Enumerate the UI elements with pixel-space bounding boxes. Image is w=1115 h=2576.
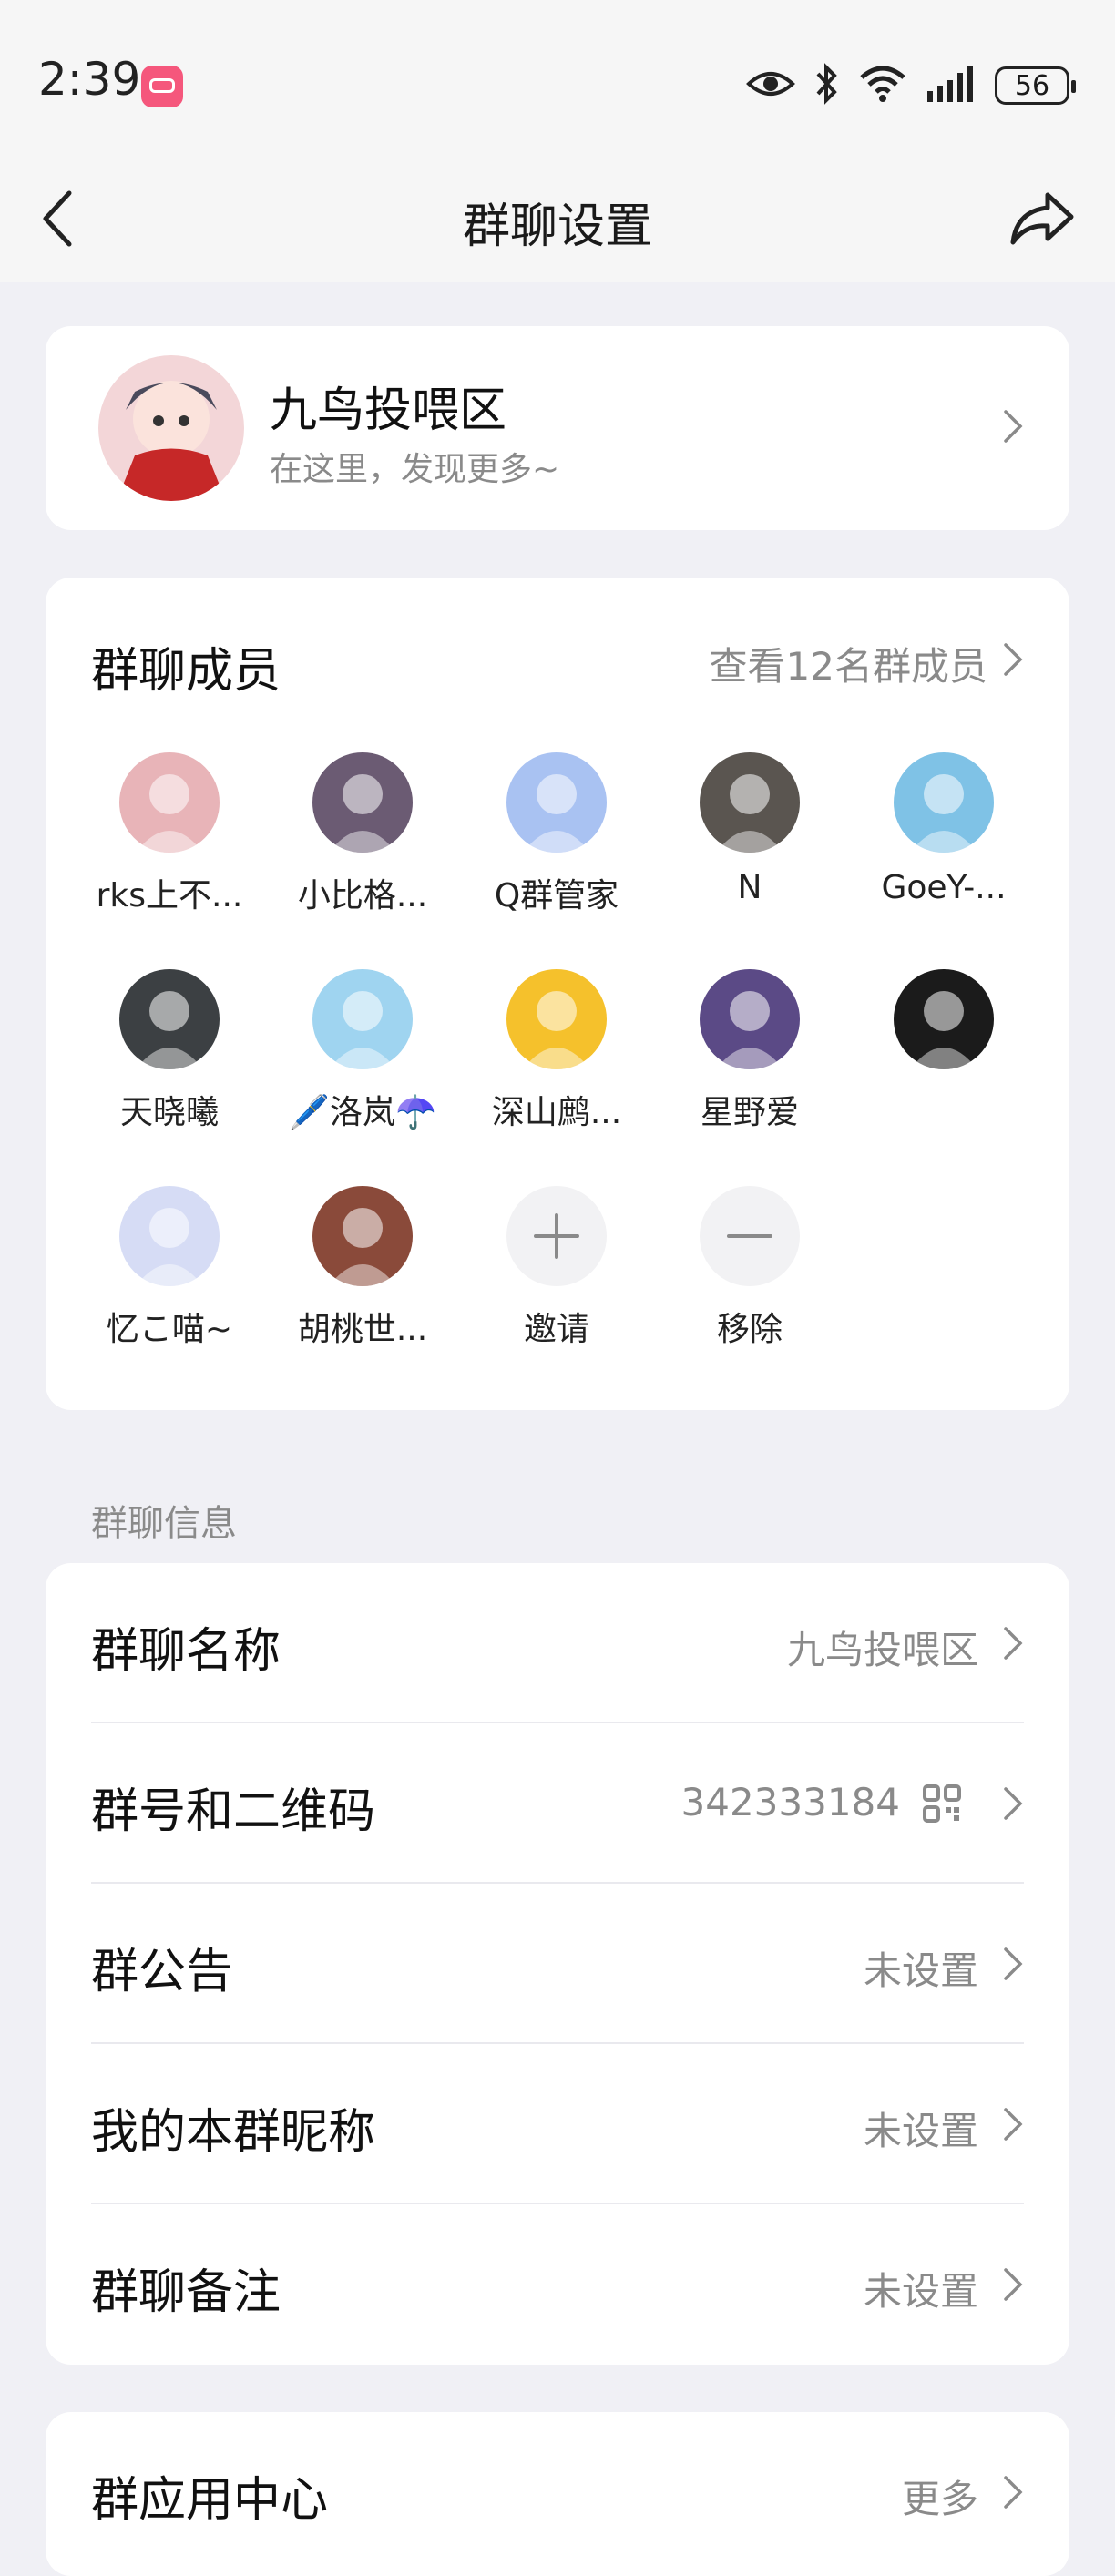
member-name: rks上不... <box>96 877 243 915</box>
member-name: 邀请 <box>523 1311 589 1348</box>
invite-member-button[interactable]: 邀请 <box>460 1186 653 1350</box>
row-value: 未设置 <box>863 2109 978 2153</box>
chevron-right-icon <box>1002 2106 1024 2142</box>
member-item[interactable]: 🖊️洛岚☂️ <box>266 969 459 1133</box>
chevron-right-icon <box>1002 1946 1024 1982</box>
group-profile-card[interactable]: 九鸟投喂区 在这里，发现更多~ <box>46 326 1069 530</box>
row-group-number-qrcode[interactable]: 群号和二维码 342333184 <box>46 1723 1069 1884</box>
member-name: N <box>737 869 762 906</box>
bluetooth-icon <box>814 63 840 108</box>
group-info-card: 群聊名称 九鸟投喂区 群号和二维码 342333184 群公告 未设置 我的本群… <box>46 1563 1069 2365</box>
row-value: 未设置 <box>863 2269 978 2314</box>
member-item[interactable]: 小比格... <box>266 752 459 916</box>
row-value: 342333184 <box>680 1780 901 1825</box>
chevron-right-icon <box>1002 408 1024 445</box>
signal-icon <box>926 66 977 106</box>
chevron-right-icon <box>1002 2266 1024 2303</box>
chevron-right-icon <box>1002 2474 1024 2510</box>
member-item[interactable]: Q群管家 <box>460 752 653 916</box>
eye-icon <box>745 66 796 106</box>
qr-code-icon <box>922 1784 962 1824</box>
row-value: 更多 <box>901 2477 978 2521</box>
view-all-members-link[interactable]: 查看12名群成员 <box>710 636 987 691</box>
row-my-nickname[interactable]: 我的本群昵称 未设置 <box>46 2044 1069 2204</box>
member-name: 忆こ喵~ <box>106 1311 233 1348</box>
row-group-announcement[interactable]: 群公告 未设置 <box>46 1884 1069 2044</box>
share-icon <box>1010 192 1074 245</box>
member-item[interactable]: 胡桃世... <box>266 1186 459 1350</box>
member-avatar <box>312 969 413 1069</box>
member-name: 深山鹧... <box>491 1094 622 1131</box>
wifi-icon <box>858 65 907 107</box>
member-avatar <box>700 752 800 853</box>
row-value: 未设置 <box>863 1948 978 1993</box>
member-name: 胡桃世... <box>297 1311 428 1348</box>
share-button[interactable] <box>1006 182 1079 255</box>
group-name: 九鸟投喂区 <box>270 383 507 438</box>
row-group-remark[interactable]: 群聊备注 未设置 <box>46 2204 1069 2365</box>
member-item[interactable]: 忆こ喵~ <box>73 1186 266 1350</box>
member-avatar <box>506 752 607 853</box>
group-apps-card[interactable]: 群应用中心 更多 <box>46 2412 1069 2576</box>
nav-bar: 群聊设置 <box>0 155 1115 282</box>
member-name: 移除 <box>716 1311 783 1348</box>
member-item[interactable]: N <box>653 752 846 906</box>
group-subtitle: 在这里，发现更多~ <box>270 451 560 488</box>
member-name: GoeY-... <box>881 869 1007 906</box>
member-item[interactable]: 星野爱 <box>653 969 846 1133</box>
member-item[interactable]: 深山鹧... <box>460 969 653 1133</box>
row-value: 九鸟投喂区 <box>786 1628 978 1672</box>
member-avatar <box>506 969 607 1069</box>
section-label-group-info: 群聊信息 <box>91 1503 237 1545</box>
remove-member-button[interactable]: 移除 <box>653 1186 846 1350</box>
group-avatar <box>98 355 244 501</box>
row-label: 群号和二维码 <box>91 1784 376 1839</box>
member-avatar <box>700 969 800 1069</box>
member-avatar <box>119 969 220 1069</box>
row-label: 我的本群昵称 <box>91 2105 376 2160</box>
row-label: 群公告 <box>91 1945 234 1999</box>
chevron-right-icon <box>1002 1625 1024 1661</box>
member-name: 🖊️洛岚☂️ <box>289 1094 436 1131</box>
member-avatar <box>119 752 220 853</box>
app-notification-icon <box>141 66 183 107</box>
minus-icon <box>700 1186 800 1286</box>
member-name: Q群管家 <box>494 877 619 915</box>
member-item[interactable]: rks上不... <box>73 752 266 916</box>
member-item[interactable] <box>847 969 1040 1086</box>
status-bar: 2:39 56 <box>0 0 1115 155</box>
chevron-right-icon <box>1002 641 1024 678</box>
row-label: 群聊备注 <box>91 2265 281 2320</box>
page-title: 群聊设置 <box>462 199 652 254</box>
member-avatar <box>312 752 413 853</box>
row-label: 群应用中心 <box>91 2473 329 2528</box>
member-item[interactable]: GoeY-... <box>847 752 1040 906</box>
chevron-right-icon <box>1002 1785 1024 1822</box>
battery-icon: 56 <box>995 66 1076 105</box>
member-avatar <box>119 1186 220 1286</box>
row-label: 群聊名称 <box>91 1624 281 1679</box>
member-avatar <box>894 969 994 1069</box>
status-icons: 56 <box>745 62 1076 109</box>
member-name: 小比格... <box>297 877 428 915</box>
members-title: 群聊成员 <box>91 644 281 699</box>
member-item[interactable]: 天晓曦 <box>73 969 266 1133</box>
status-time: 2:39 <box>38 53 141 106</box>
member-avatar <box>312 1186 413 1286</box>
member-name: 天晓曦 <box>119 1094 219 1131</box>
row-group-name[interactable]: 群聊名称 九鸟投喂区 <box>46 1563 1069 1723</box>
plus-icon <box>506 1186 607 1286</box>
member-avatar <box>894 752 994 853</box>
row-group-apps[interactable]: 群应用中心 更多 <box>46 2412 1069 2572</box>
member-name: 星野爱 <box>700 1094 799 1131</box>
